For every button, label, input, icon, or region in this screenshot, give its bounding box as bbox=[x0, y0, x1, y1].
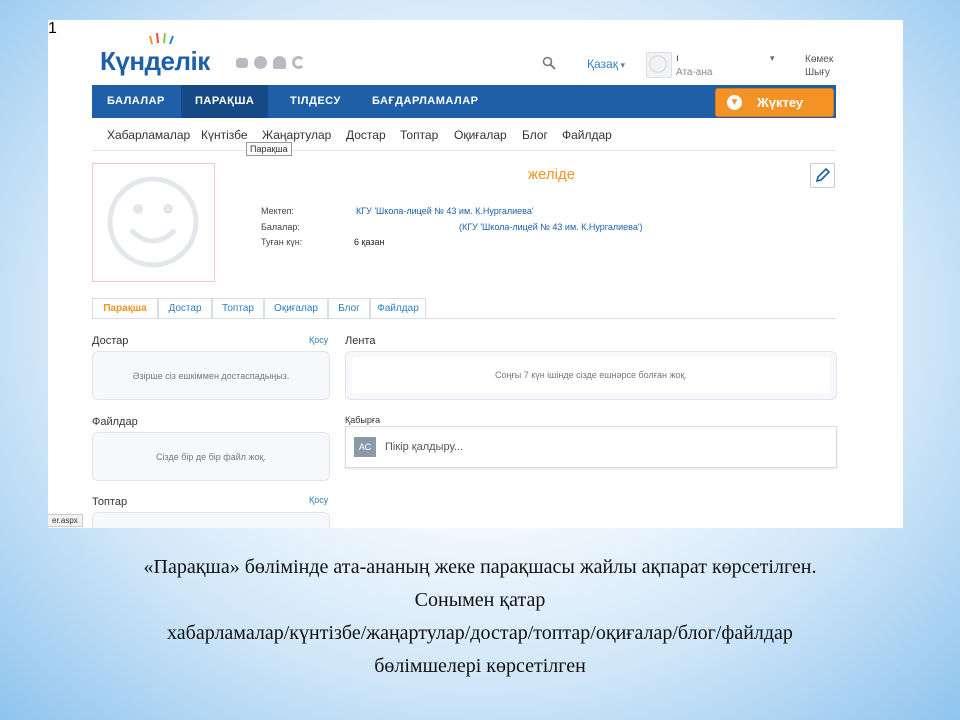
tab-blog[interactable]: Блог bbox=[328, 298, 370, 318]
groups-add-link[interactable]: Қосу bbox=[309, 495, 328, 505]
comment-placeholder: Пікір қалдыру... bbox=[385, 441, 464, 453]
files-box: Сізде бір де бір файл жоқ. bbox=[92, 432, 330, 481]
feed-title: Лента bbox=[345, 335, 376, 347]
profile-icon[interactable] bbox=[254, 56, 267, 69]
feed-inner: Соңғы 7 күн ішінде сізде ешнәрсе болған … bbox=[352, 357, 830, 394]
caption-line-4: бөлімшелері көрсетілген bbox=[374, 655, 586, 677]
subnav-item-messages[interactable]: Хабарламалар bbox=[107, 128, 190, 142]
edit-button[interactable] bbox=[810, 163, 835, 188]
subnav-item-updates[interactable]: Жаңартулар bbox=[262, 128, 331, 142]
browser-screenshot: Күнделік 1 Қазақ ı Ата-ана ▾ Көмек Шығу … bbox=[48, 20, 903, 528]
messages-icon[interactable] bbox=[236, 57, 248, 68]
caption-line-1: «Парақша» бөлімінде ата-ананың жеке пара… bbox=[143, 556, 817, 578]
files-empty-text: Сізде бір де бір файл жоқ. bbox=[156, 452, 266, 462]
wall-title: Қабырға bbox=[345, 415, 381, 425]
nav-item-programs[interactable]: БАҒДАРЛАМАЛАР bbox=[372, 85, 479, 118]
caption-line-2: Сонымен қатар bbox=[414, 589, 546, 611]
friends-add-link[interactable]: Қосу bbox=[309, 335, 328, 345]
tab-page[interactable]: Парақша bbox=[92, 298, 158, 318]
logo-text: Күнделік bbox=[100, 46, 210, 76]
subnav-item-blog[interactable]: Блог bbox=[522, 128, 548, 142]
birthday-value: 6 қазан bbox=[354, 237, 385, 247]
tab-files[interactable]: Файлдар bbox=[370, 298, 426, 318]
logout-link[interactable]: Шығу bbox=[805, 67, 830, 78]
avatar: АС bbox=[354, 437, 376, 457]
tab-friends[interactable]: Достар bbox=[158, 298, 212, 318]
feed-box: Соңғы 7 күн ішінде сізде ешнәрсе болған … bbox=[345, 351, 837, 400]
caption-line-3: хабарламалар/күнтізбе/жаңартулар/достар/… bbox=[167, 622, 793, 644]
subnav-item-groups[interactable]: Топтар bbox=[400, 128, 438, 142]
upload-button[interactable]: ▼ Жүктеу bbox=[715, 88, 834, 117]
kundelik-logo[interactable]: Күнделік bbox=[100, 32, 210, 77]
nav-item-children[interactable]: БАЛАЛАР bbox=[107, 85, 165, 118]
refresh-icon[interactable] bbox=[292, 56, 305, 69]
groups-title: Топтар bbox=[92, 496, 128, 508]
online-status: желіде bbox=[528, 166, 576, 183]
tab-events[interactable]: Оқиғалар bbox=[264, 298, 328, 318]
subnav-item-files[interactable]: Файлдар bbox=[562, 128, 612, 142]
school-label: Мектеп: bbox=[261, 206, 295, 216]
upload-label: Жүктеу bbox=[757, 95, 804, 110]
subnav-item-events[interactable]: Оқиғалар bbox=[454, 128, 507, 142]
search-icon[interactable] bbox=[542, 56, 556, 70]
subnav-item-calendar[interactable]: Күнтізбе bbox=[201, 128, 248, 142]
nav-item-page[interactable]: ПАРАҚША bbox=[181, 85, 269, 118]
feed-empty-text: Соңғы 7 күн ішінде сізде ешнәрсе болған … bbox=[495, 370, 687, 380]
user-name[interactable]: ı bbox=[676, 53, 679, 64]
smiley-icon bbox=[649, 55, 667, 73]
nav-item-chat[interactable]: ТІЛДЕСУ bbox=[290, 85, 341, 118]
school-value[interactable]: КГУ 'Школа-лицей № 43 им. К.Нургалиева' bbox=[356, 206, 534, 216]
user-avatar[interactable] bbox=[646, 52, 672, 78]
header-icons bbox=[236, 56, 305, 69]
groups-box bbox=[92, 512, 330, 528]
tab-groups[interactable]: Топтар bbox=[212, 298, 264, 318]
logo-sun-icon bbox=[149, 32, 174, 45]
profile-photo[interactable] bbox=[92, 163, 215, 282]
children-value[interactable]: (КГУ 'Школа-лицей № 43 им. К.Нургалиева'… bbox=[459, 222, 643, 232]
smiley-placeholder-icon bbox=[107, 176, 199, 268]
friends-empty-text: Әзірше сіз ешкіммен достаспадыңыз. bbox=[132, 371, 290, 381]
upload-icon: ▼ bbox=[727, 95, 742, 110]
tooltip: Парақша bbox=[246, 142, 292, 156]
pencil-icon bbox=[815, 167, 831, 183]
status-bar-url: er.aspx bbox=[48, 514, 83, 527]
help-link[interactable]: Көмек bbox=[805, 54, 833, 65]
children-label: Балалар: bbox=[261, 222, 300, 232]
bell-icon[interactable] bbox=[273, 56, 286, 69]
comment-input[interactable]: АС Пікір қалдыру... bbox=[345, 426, 837, 468]
subnav-item-friends[interactable]: Достар bbox=[346, 128, 386, 142]
language-selector[interactable]: Қазақ bbox=[587, 57, 625, 71]
sub-nav: Хабарламалар Күнтізбе Жаңартулар Достар … bbox=[92, 118, 836, 151]
user-role: Ата-ана bbox=[676, 67, 713, 78]
friends-title: Достар bbox=[92, 335, 129, 347]
files-title: Файлдар bbox=[92, 416, 138, 428]
friends-box: Әзірше сіз ешкіммен достаспадыңыз. bbox=[92, 351, 330, 400]
user-menu-chevron-icon[interactable]: ▾ bbox=[770, 53, 775, 64]
birthday-label: Туған күн: bbox=[261, 237, 303, 247]
profile-tabs: Парақша Достар Топтар Оқиғалар Блог Файл… bbox=[92, 298, 836, 319]
